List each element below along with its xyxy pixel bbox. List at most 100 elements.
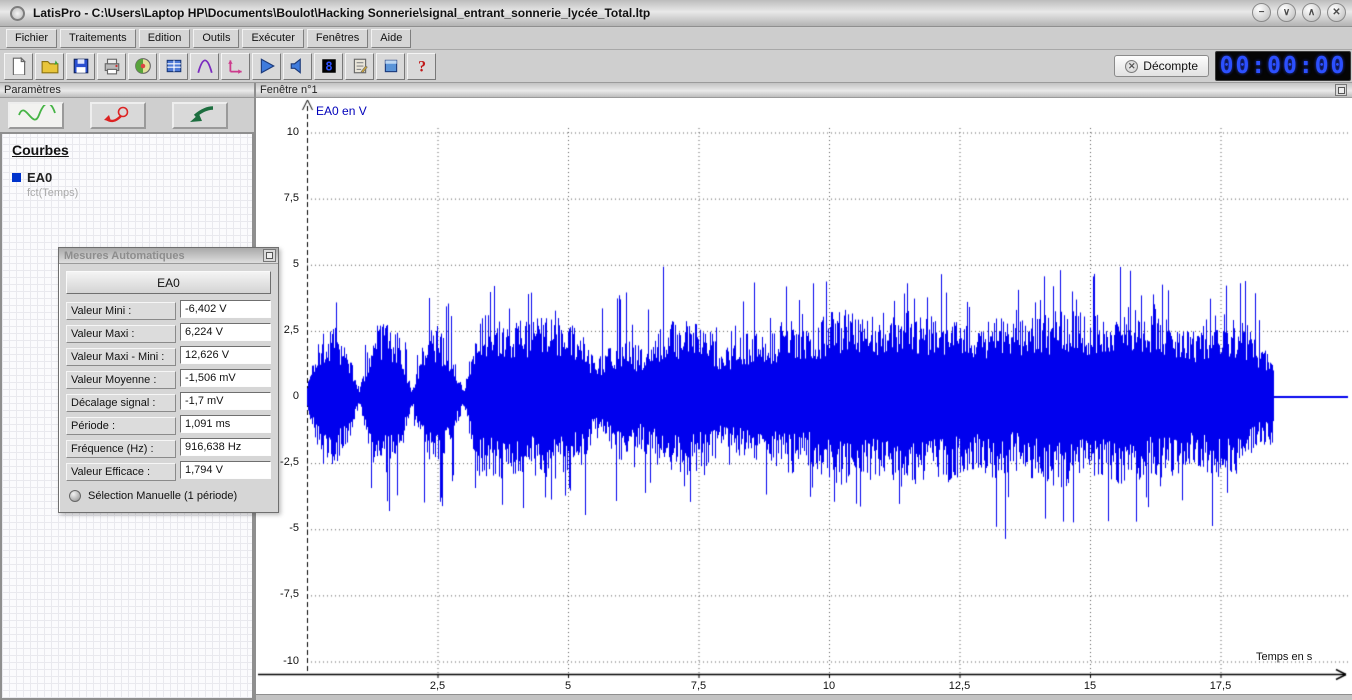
toolbar-button-save[interactable] [66,53,95,80]
menu-fichier[interactable]: Fichier [6,29,57,48]
main-toolbar: 8? ✕ Décompte 00:00:00 [0,50,1352,83]
measurement-row: Valeur Mini :-6,402 V [66,302,271,320]
chart-window-header[interactable]: Fenêtre n°1 [256,83,1352,98]
shade-button[interactable]: ∨ [1277,3,1296,22]
measurement-label[interactable]: Décalage signal : [66,394,176,412]
plot-area: EA0 en V Temps en s 107,552,50-2,5-5-7,5… [256,98,1352,694]
measurement-label[interactable]: Valeur Efficace : [66,463,176,481]
curves-heading: Courbes [12,142,252,158]
window-title: LatisPro - C:\Users\Laptop HP\Documents\… [33,6,650,20]
manual-selection-label: Sélection Manuelle (1 période) [88,490,237,502]
parameters-toolbar [0,98,254,134]
waveform-canvas[interactable] [256,98,1352,694]
menu-edition[interactable]: Edition [139,29,191,48]
panel-button-import-arrow[interactable] [172,102,228,129]
dialog-title-bar[interactable]: Mesures Automatiques [59,248,278,264]
chart-maximize-button[interactable] [1335,84,1347,96]
window-controls: −∨ ∧ ✕ [1252,3,1346,22]
radio-button-icon [69,490,81,502]
toolbar-button-print[interactable] [97,53,126,80]
curve-item-ea0[interactable]: EA0 [12,170,252,185]
svg-text:8: 8 [325,60,332,74]
display-icon: 8 [320,57,338,75]
app-icon [10,6,25,21]
toolbar-button-new-file[interactable] [4,53,33,80]
measurement-label[interactable]: Valeur Mini : [66,302,176,320]
measurement-label[interactable]: Valeur Maxi : [66,325,176,343]
trigger-icon [97,105,139,125]
sound-icon [289,57,307,75]
open-file-icon [41,57,59,75]
dialog-close-button[interactable] [263,249,276,262]
toolbar-button-notes[interactable] [345,53,374,80]
measurement-row: Valeur Maxi - Mini :12,626 V [66,348,271,366]
toolbar-button-curve[interactable] [190,53,219,80]
unshade-button[interactable]: ∧ [1302,3,1321,22]
close-button[interactable]: ✕ [1327,3,1346,22]
panel-button-trigger[interactable] [90,102,146,129]
panel-button-sine-curve[interactable] [8,102,64,129]
measurement-row: Décalage signal :-1,7 mV [66,394,271,412]
curve-color-swatch [12,173,21,182]
toolbar-button-help[interactable]: ? [407,53,436,80]
toolbar-button-axes[interactable] [221,53,250,80]
measurement-value: 6,224 V [180,323,271,341]
toolbar-button-run[interactable] [252,53,281,80]
print-icon [103,57,121,75]
new-file-icon [10,57,28,75]
chart-bottom-strip [256,694,1352,700]
parameters-header: Paramètres [0,83,254,98]
toolbar-button-open-file[interactable] [35,53,64,80]
measurement-value: 1,091 ms [180,415,271,433]
menu-traitements[interactable]: Traitements [60,29,136,48]
measurement-row: Valeur Efficace :1,794 V [66,463,271,481]
title-bar[interactable]: LatisPro - C:\Users\Laptop HP\Documents\… [0,0,1352,27]
menu-outils[interactable]: Outils [193,29,239,48]
decompte-toggle[interactable]: ✕ Décompte [1114,55,1209,77]
menu-fenetres[interactable]: Fenêtres [307,29,368,48]
toolbar-button-acquisition[interactable] [128,53,157,80]
chart-window: Fenêtre n°1 EA0 en V Temps en s 107,552,… [256,83,1352,700]
curve-name: EA0 [27,170,52,185]
measurement-row: Valeur Maxi :6,224 V [66,325,271,343]
measurement-rows: Valeur Mini :-6,402 VValeur Maxi :6,224 … [59,300,278,481]
curve-icon [196,57,214,75]
import-arrow-icon [179,105,221,125]
notes-icon [351,57,369,75]
measurement-label[interactable]: Valeur Maxi - Mini : [66,348,176,366]
toolbar-button-table[interactable] [159,53,188,80]
close-box-icon [266,252,273,259]
decompte-label: Décompte [1143,59,1198,73]
toolbar-button-display[interactable]: 8 [314,53,343,80]
measurement-label[interactable]: Valeur Moyenne : [66,371,176,389]
svg-text:?: ? [418,59,426,75]
help-icon: ? [413,57,431,75]
dialog-title: Mesures Automatiques [64,250,263,262]
toolbar-button-window[interactable] [376,53,405,80]
toolbar-button-sound[interactable] [283,53,312,80]
measurement-row: Période :1,091 ms [66,417,271,435]
measurement-label[interactable]: Fréquence (Hz) : [66,440,176,458]
latispro-window: LatisPro - C:\Users\Laptop HP\Documents\… [0,0,1352,700]
measurement-row: Fréquence (Hz) :916,638 Hz [66,440,271,458]
mesures-automatiques-dialog: Mesures Automatiques EA0 Valeur Mini :-6… [58,247,279,513]
sine-curve-icon [15,105,57,125]
window-icon [382,57,400,75]
maximize-icon [1338,87,1345,94]
axes-icon [227,57,245,75]
menu-executer[interactable]: Exécuter [242,29,303,48]
timer-display: 00:00:00 [1215,51,1351,81]
measurement-value: -1,506 mV [180,369,271,387]
measurement-value: -6,402 V [180,300,271,318]
save-icon [72,57,90,75]
measurement-value: -1,7 mV [180,392,271,410]
manual-selection-option[interactable]: Sélection Manuelle (1 période) [59,486,278,502]
minimize-button[interactable]: − [1252,3,1271,22]
table-icon [165,57,183,75]
menu-aide[interactable]: Aide [371,29,411,48]
acquisition-icon [134,57,152,75]
channel-select-button[interactable]: EA0 [66,271,271,294]
measurement-value: 916,638 Hz [180,438,271,456]
curve-function: fct(Temps) [27,187,252,199]
measurement-label[interactable]: Période : [66,417,176,435]
